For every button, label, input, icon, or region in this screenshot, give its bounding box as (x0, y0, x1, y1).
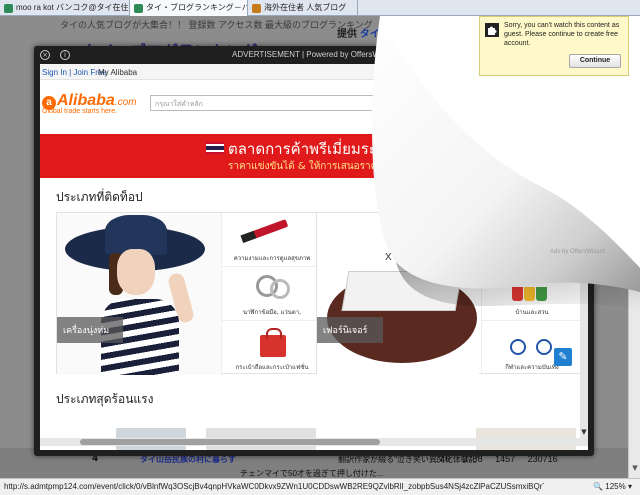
subcategory-handbags[interactable]: กระเป๋าถือและกระเป๋าแฟชั่น (221, 321, 321, 375)
favicon-icon (134, 4, 143, 13)
scrollbar-thumb[interactable] (80, 439, 380, 445)
banner-headline: ตลาดการค้าพรีเมี่ยมระดั (228, 140, 387, 158)
favicon-icon (252, 4, 261, 13)
page-vertical-scrollbar[interactable]: ▲ ▼ (628, 16, 640, 478)
ad-close-x[interactable]: X (385, 252, 392, 263)
bed-mattress (341, 271, 463, 311)
ad-horizontal-scrollbar[interactable] (40, 438, 588, 446)
bicycle-icon (510, 335, 554, 355)
dialog-message: Sorry, you can't watch this content as g… (504, 22, 620, 47)
model-photo: เครื่องนุ่งห่ม (57, 213, 221, 375)
category-label-furniture[interactable]: เฟอร์นิเจอร์ (317, 317, 383, 343)
my-alibaba-menu[interactable]: My Alibaba (98, 68, 137, 77)
scroll-down-arrow-icon[interactable]: ▼ (580, 428, 588, 436)
bed-photo: เฟอร์นิเจอร์ (317, 213, 479, 375)
ad-overlay: × i ADVERTISEMENT | Powered by OffersWiz… (34, 46, 594, 456)
page-header-links: 提供 タイの (337, 25, 390, 40)
subcategory-home-garden[interactable]: บ้านและสวน (481, 267, 581, 321)
cups-icon (512, 287, 552, 305)
category-panel-apparel[interactable]: เครื่องนุ่งห่ม ความงามและการดูแลสุขภาพ น… (56, 212, 322, 375)
favicon-icon (4, 4, 13, 13)
browser-tab-bar: moo ra kot バンコク@タイ在住... タイ・ブログランキング－バンコ.… (0, 0, 640, 16)
provider-label: 提供 (337, 29, 357, 40)
lipstick-icon (251, 219, 289, 239)
continue-button[interactable]: Continue (569, 54, 621, 68)
table-row: チェンマイで50才を過ぎて押し付けた... (240, 468, 384, 478)
banner-subline: ราคาแข่งขันได้ & ให้การเสนอราคาที่เร็วข (228, 161, 411, 172)
ad-topbar-text: ADVERTISEMENT | Powered by OffersWizard (232, 50, 398, 59)
thailand-flag-icon (206, 142, 224, 154)
handbag-icon (260, 328, 286, 357)
category-label-apparel[interactable]: เครื่องนุ่งห่ม (57, 317, 123, 343)
blog-link[interactable]: タイ山岳民族の村に暮らす (140, 455, 236, 464)
section-title-top-categories: ประเภทที่ติดท็อป (56, 190, 143, 204)
category-panel-furniture[interactable]: เฟอร์นิเจอร์ เฟอร์นิเจอร์ในบ้าน บ้านและส… (316, 212, 582, 375)
alibaba-search-input[interactable]: กรุณาใส่คำหลัก (150, 95, 382, 111)
browser-status-bar: http://s.admtpmp124.com/event/click/0/vB… (0, 478, 640, 495)
alibaba-logo[interactable]: a Alibaba.com Global trade starts here. (42, 92, 136, 115)
rings-icon (270, 279, 290, 299)
subcategory-watches[interactable]: นาฬิกาข้อมือ, แว่นตา, (221, 267, 321, 321)
guest-warning-dialog: Sorry, you can't watch this content as g… (479, 16, 629, 76)
bed-pillow (417, 263, 453, 277)
subcategory-home-furniture[interactable]: เฟอร์นิเจอร์ในบ้าน (481, 213, 581, 267)
thai-promo-banner[interactable]: ตลาดการค้าพรีเมี่ยมระดั ราคาแข่งขันได้ &… (40, 134, 588, 178)
browser-tab-thai-blog-ranking[interactable]: タイ・ブログランキング－バンコ... (130, 0, 248, 16)
info-icon[interactable]: i (60, 50, 70, 60)
status-url: http://s.admtpmp124.com/event/click/0/vB… (4, 482, 544, 491)
close-circle-icon[interactable]: × (40, 50, 50, 60)
section-title-hot-categories: ประเภทสุดร้อนแรง (56, 392, 154, 406)
scrollbar-thumb[interactable] (631, 34, 639, 154)
partner-link[interactable]: タイの (360, 29, 390, 40)
scroll-up-arrow-icon[interactable]: ▲ (631, 18, 639, 28)
blog-description: チェンマイで50才を過ぎて押し付けた... (240, 469, 384, 478)
alibaba-ad-content[interactable]: Sign In | Join Free My Alibaba a Alibaba.… (40, 64, 588, 450)
zoom-level[interactable]: 🔍 125% ▾ (593, 482, 632, 491)
ads-by-label: Ads by OffersWizard (550, 249, 605, 255)
feedback-edit-icon[interactable]: ✎ (554, 348, 572, 366)
browser-tab-moo-ra-kot[interactable]: moo ra kot バンコク@タイ在住... (0, 0, 130, 16)
scroll-down-arrow-icon[interactable]: ▼ (631, 464, 639, 474)
page-header-text: タイの人気ブログが大集合！！ 登録数 アクセス数 最大級のブログランキング (60, 20, 373, 30)
subcategory-beauty[interactable]: ความงามและการดูแลสุขภาพ (221, 213, 321, 267)
puzzle-piece-icon (485, 23, 499, 37)
face (117, 249, 155, 295)
table-row: タイ山岳民族の村に暮らす 翻訳作家が綴る"泣き笑い異文化体験記" (140, 454, 480, 468)
browser-tab-overseas-blog[interactable]: 海外在住者 人気ブログ (248, 0, 358, 16)
